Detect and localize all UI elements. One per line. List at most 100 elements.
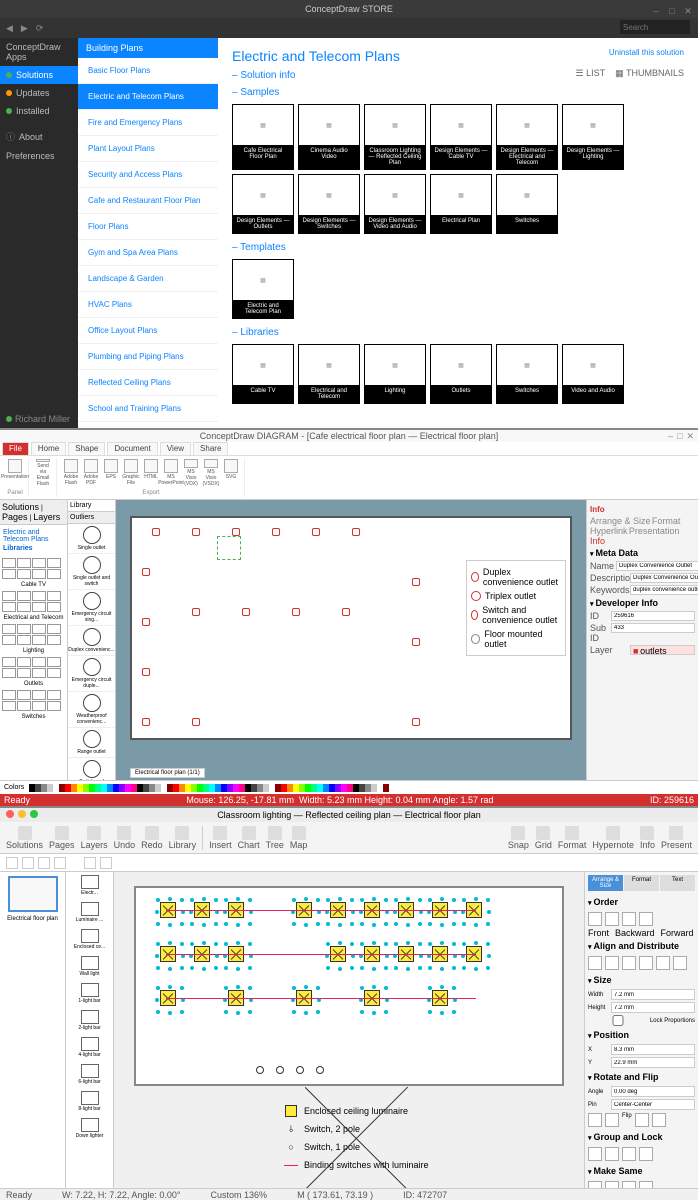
thumbnail[interactable]: ▦Design Elements — Cable TV — [430, 104, 492, 170]
thumbnail[interactable]: ▦Design Elements — Switches — [298, 174, 360, 234]
category-item[interactable]: Plumbing and Piping Plans — [78, 344, 218, 370]
toolbar-button[interactable]: Snap — [508, 826, 529, 850]
thumbnail[interactable]: ▦Electrical Plan — [430, 174, 492, 234]
shape-item[interactable]: Single outlet — [68, 524, 115, 554]
toolbar-button[interactable]: Layers — [81, 826, 108, 850]
lib-icon[interactable] — [47, 602, 61, 612]
lib-icon[interactable] — [17, 690, 31, 700]
minimize-icon[interactable]: – — [668, 430, 673, 442]
close-icon[interactable] — [6, 810, 14, 818]
lib-icon[interactable] — [47, 558, 61, 568]
tool-zoom[interactable] — [84, 857, 96, 869]
ribbon-tab[interactable]: Home — [31, 442, 66, 455]
lib-icon[interactable] — [32, 602, 46, 612]
ribbon-button[interactable]: MS Visio (VSDX) — [202, 459, 220, 487]
toolbar-button[interactable]: Info — [640, 826, 655, 850]
maximize-icon[interactable]: □ — [677, 430, 682, 442]
ribbon-button[interactable]: EPS — [102, 459, 120, 487]
view-thumbnails[interactable]: ▦ THUMBNAILS — [615, 68, 684, 79]
ribbon-button[interactable]: Adobe PDF — [82, 459, 100, 487]
minimize-icon[interactable] — [18, 810, 26, 818]
thumbnail[interactable]: ▦Design Elements — Outlets — [232, 174, 294, 234]
lib-icon[interactable] — [2, 602, 16, 612]
ribbon-button[interactable]: Presentation — [6, 459, 24, 487]
id-field[interactable] — [611, 611, 695, 621]
ribbon-button[interactable]: SVG — [222, 459, 240, 487]
section-libraries[interactable]: Libraries — [232, 327, 684, 338]
toolbar-button[interactable]: Redo — [141, 826, 163, 850]
ribbon-button[interactable]: Graphic File — [122, 459, 140, 487]
lib-icon[interactable] — [47, 635, 61, 645]
mac-shape-item[interactable]: Wall light — [66, 953, 113, 980]
toolbar-button[interactable]: Library — [169, 826, 197, 850]
thumbnail[interactable]: ▦Outlets — [430, 344, 492, 404]
lib-icon[interactable] — [32, 668, 46, 678]
ribbon-button[interactable]: MS Visio (VDX) — [182, 459, 200, 487]
toolbar-button[interactable]: Chart — [238, 826, 260, 850]
ribbon-button[interactable]: Send via Email Flash — [34, 459, 52, 487]
thumbnail[interactable]: ▦Switches — [496, 344, 558, 404]
toolbar-button[interactable]: Insert — [209, 826, 232, 850]
lib-icon[interactable] — [17, 701, 31, 711]
lib-icon[interactable] — [2, 690, 16, 700]
lib-icon[interactable] — [32, 591, 46, 601]
lib-icon[interactable] — [32, 569, 46, 579]
tool-select[interactable] — [6, 857, 18, 869]
thumbnail[interactable]: ▦Design Elements — Video and Audio — [364, 174, 426, 234]
mac-canvas[interactable]: Enclosed ceiling luminaire ⫰Switch, 2 po… — [114, 872, 584, 1188]
thumbnail[interactable]: ▦Cafe Electrical Floor Plan — [232, 104, 294, 170]
ribbon-tab[interactable]: Document — [107, 442, 157, 455]
name-field[interactable] — [616, 561, 698, 571]
shape-item[interactable]: Range outlet — [68, 728, 115, 758]
order-back[interactable] — [639, 912, 653, 926]
switch-symbol[interactable] — [256, 1066, 264, 1074]
category-item[interactable]: Fire and Emergency Plans — [78, 110, 218, 136]
thumbnail[interactable]: ▦Design Elements — Electrical and Teleco… — [496, 104, 558, 170]
order-forward[interactable] — [622, 912, 636, 926]
thumbnail[interactable]: ▦Electric and Telecom Plan — [232, 259, 294, 319]
height-field[interactable] — [611, 1002, 695, 1013]
category-item[interactable]: HVAC Plans — [78, 292, 218, 318]
back-icon[interactable]: ◀ — [6, 23, 13, 34]
mac-shape-item[interactable]: 2-light bar — [66, 1007, 113, 1034]
search-input[interactable] — [620, 20, 690, 34]
thumbnail[interactable]: ▦Classroom Lighting — Reflected Ceiling … — [364, 104, 426, 170]
mac-shape-item[interactable]: 4-light bar — [66, 1034, 113, 1061]
lib-icon[interactable] — [2, 657, 16, 667]
switch-symbol[interactable] — [276, 1066, 284, 1074]
lib-icon[interactable] — [17, 668, 31, 678]
category-item[interactable]: Reflected Ceiling Plans — [78, 370, 218, 396]
sidebar-solutions[interactable]: Solutions — [0, 66, 78, 84]
zoom-icon[interactable] — [30, 810, 38, 818]
ribbon-tab[interactable]: Share — [193, 442, 228, 455]
lib-icon[interactable] — [2, 591, 16, 601]
category-item[interactable]: Gym and Spa Area Plans — [78, 240, 218, 266]
toolbar-button[interactable]: Format — [558, 826, 587, 850]
category-item[interactable]: Plant Layout Plans — [78, 136, 218, 162]
sidebar-preferences[interactable]: Preferences — [0, 147, 78, 165]
lib-icon[interactable] — [47, 668, 61, 678]
mac-shape-item[interactable]: 8-light bar — [66, 1088, 113, 1115]
lib-icon[interactable] — [2, 701, 16, 711]
thumbnail[interactable]: ▦Cinema Audio Video — [298, 104, 360, 170]
y-field[interactable] — [611, 1057, 695, 1068]
category-item[interactable]: Office Layout Plans — [78, 318, 218, 344]
category-item[interactable]: Floor Plans — [78, 214, 218, 240]
ribbon-button[interactable]: MS PowerPoint — [162, 459, 180, 487]
tab-format[interactable]: Format — [624, 875, 659, 891]
angle-field[interactable] — [611, 1086, 695, 1097]
thumbnail[interactable]: ▦Design Elements — Lighting — [562, 104, 624, 170]
shape-item[interactable]: Emergency circuit sing... — [68, 590, 115, 626]
forward-icon[interactable]: ▶ — [21, 23, 28, 34]
order-front[interactable] — [588, 912, 602, 926]
view-list[interactable]: ☰ LIST — [576, 68, 606, 79]
sidebar-apps[interactable]: ConceptDraw Apps — [0, 38, 78, 66]
lib-icon[interactable] — [2, 635, 16, 645]
doc-tab[interactable]: Electrical floor plan (1/1) — [130, 768, 205, 778]
lib-icon[interactable] — [47, 591, 61, 601]
mac-shape-item[interactable]: 6-light bar — [66, 1061, 113, 1088]
lib-icon[interactable] — [17, 624, 31, 634]
toolbar-button[interactable]: Grid — [535, 826, 552, 850]
category-item[interactable]: Seating Plans — [78, 422, 218, 428]
toolbar-button[interactable]: Solutions — [6, 826, 43, 850]
